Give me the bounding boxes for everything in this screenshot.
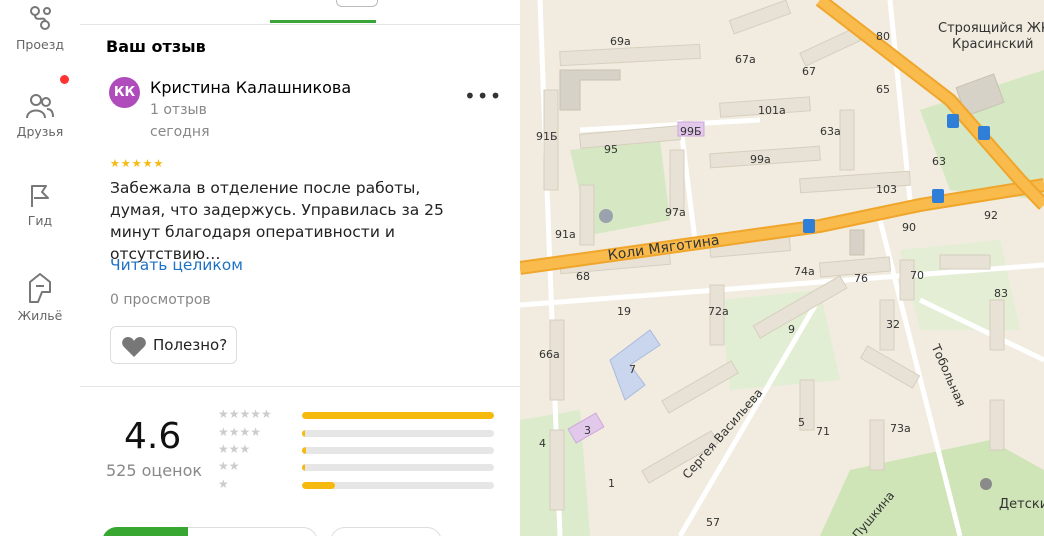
review-panel: Ваш отзыв КК Кристина Калашникова 1 отзы… bbox=[80, 0, 520, 536]
sort-button[interactable] bbox=[188, 527, 318, 536]
distribution-bar-fill bbox=[302, 430, 305, 437]
rail-item-housing[interactable]: Жильё bbox=[0, 270, 80, 323]
heart-icon bbox=[121, 336, 147, 362]
house-number: 67а bbox=[735, 53, 756, 66]
rail-item-route[interactable]: Проезд bbox=[0, 5, 80, 52]
house-number: 76 bbox=[854, 272, 868, 285]
house-number: 95 bbox=[604, 143, 618, 156]
avatar[interactable]: КК bbox=[109, 77, 140, 108]
house-number: 99Б bbox=[680, 125, 702, 138]
house-number: 67 bbox=[802, 65, 816, 78]
useful-button[interactable]: Полезно? bbox=[110, 326, 237, 364]
distribution-bar-track bbox=[302, 447, 494, 454]
distribution-bar-track bbox=[302, 430, 494, 437]
house-number: 7 bbox=[629, 363, 636, 376]
left-rail: Проезд Друзья Гид Жильё bbox=[0, 0, 81, 536]
distribution-row: ★ bbox=[218, 477, 498, 491]
house-number: 103 bbox=[876, 183, 897, 196]
tab-scroll-pill bbox=[336, 0, 378, 7]
rating-count: 525 оценок bbox=[106, 461, 203, 480]
rail-item-label: Гид bbox=[27, 213, 53, 228]
section-title: Ваш отзыв bbox=[106, 37, 206, 56]
distribution-row: ★★★★★ bbox=[218, 407, 498, 421]
distribution-bar-track bbox=[302, 482, 494, 489]
distribution-stars: ★★★★★ bbox=[218, 407, 272, 421]
house-number: 71 bbox=[816, 425, 830, 438]
author-name[interactable]: Кристина Калашникова bbox=[150, 78, 351, 97]
notification-dot bbox=[60, 75, 69, 84]
house-number: 9 bbox=[788, 323, 795, 336]
views-count: 0 просмотров bbox=[110, 292, 211, 308]
map-canvas bbox=[520, 0, 1044, 536]
house-number: 4 bbox=[539, 437, 546, 450]
rail-item-guide[interactable]: Гид bbox=[0, 183, 80, 228]
house-number: 90 bbox=[902, 221, 916, 234]
place-label: Красинский bbox=[952, 37, 1034, 52]
rating-value: 4.6 bbox=[124, 416, 182, 457]
rail-item-label: Жильё bbox=[17, 308, 63, 323]
rail-item-label: Друзья bbox=[16, 124, 64, 139]
distribution-bar-fill bbox=[302, 447, 306, 454]
house-number: 63а bbox=[820, 125, 841, 138]
more-options-button[interactable]: ••• bbox=[464, 84, 502, 108]
house-number: 3 bbox=[584, 424, 591, 437]
house-number: 70 bbox=[910, 269, 924, 282]
author-reviews-count: 1 отзыв bbox=[150, 102, 207, 118]
friends-icon bbox=[26, 94, 54, 119]
divider bbox=[80, 386, 520, 387]
house-number: 92 bbox=[984, 209, 998, 222]
house-number: 74а bbox=[794, 265, 815, 278]
review-text: Забежала в отделение после работы, думая… bbox=[110, 179, 444, 263]
distribution-bar-fill bbox=[302, 482, 335, 489]
house-number: 99а bbox=[750, 153, 771, 166]
distribution-stars: ★★ bbox=[218, 459, 240, 473]
read-more-link[interactable]: Читать целиком bbox=[110, 256, 243, 274]
place-label: Детский парк bbox=[999, 497, 1044, 512]
house-number: 91а bbox=[555, 228, 576, 241]
distribution-bar-track bbox=[302, 412, 494, 419]
distribution-row: ★★ bbox=[218, 459, 498, 473]
tab-reviews-active-indicator[interactable] bbox=[270, 20, 376, 23]
distribution-stars: ★ bbox=[218, 477, 229, 491]
house-number: 80 bbox=[876, 30, 890, 43]
review-date: сегодня bbox=[150, 124, 210, 140]
distribution-row: ★★★★ bbox=[218, 425, 498, 439]
distribution-bar-fill bbox=[302, 412, 494, 419]
house-number: 91Б bbox=[536, 130, 558, 143]
distribution-bar-fill bbox=[302, 464, 305, 471]
house-number: 101а bbox=[758, 104, 786, 117]
useful-label: Полезно? bbox=[153, 336, 228, 354]
house-number: 72а bbox=[708, 305, 729, 318]
house-number: 66а bbox=[539, 348, 560, 361]
house-number: 65 bbox=[876, 83, 890, 96]
distribution-bar-track bbox=[302, 464, 494, 471]
house-number: 57 bbox=[706, 516, 720, 529]
route-icon bbox=[30, 6, 51, 30]
rail-item-label: Проезд bbox=[16, 37, 64, 52]
distribution-stars: ★★★ bbox=[218, 442, 251, 456]
distribution-stars: ★★★★ bbox=[218, 425, 262, 439]
house-number: 69а bbox=[610, 35, 631, 48]
filter-button[interactable] bbox=[330, 527, 442, 536]
distribution-row: ★★★ bbox=[218, 442, 498, 456]
house-number: 73а bbox=[890, 422, 911, 435]
rail-item-friends[interactable]: Друзья bbox=[0, 92, 80, 139]
house-number: 19 bbox=[617, 305, 631, 318]
house-number: 83 bbox=[994, 287, 1008, 300]
house-number: 68 bbox=[576, 270, 590, 283]
house-number: 63 bbox=[932, 155, 946, 168]
place-label: Строящийся ЖК bbox=[938, 21, 1044, 36]
house-number: 5 bbox=[798, 416, 805, 429]
review-stars: ★★★★★ bbox=[110, 157, 165, 170]
write-review-button[interactable] bbox=[102, 527, 188, 536]
house-number: 1 bbox=[608, 477, 615, 490]
tab-bar bbox=[80, 0, 520, 25]
map[interactable]: Строящийся ЖК Красинский Детский парк Ко… bbox=[520, 0, 1044, 536]
flag-icon bbox=[31, 185, 49, 207]
house-number: 97а bbox=[665, 206, 686, 219]
house-number: 32 bbox=[886, 318, 900, 331]
house-icon bbox=[29, 273, 51, 303]
